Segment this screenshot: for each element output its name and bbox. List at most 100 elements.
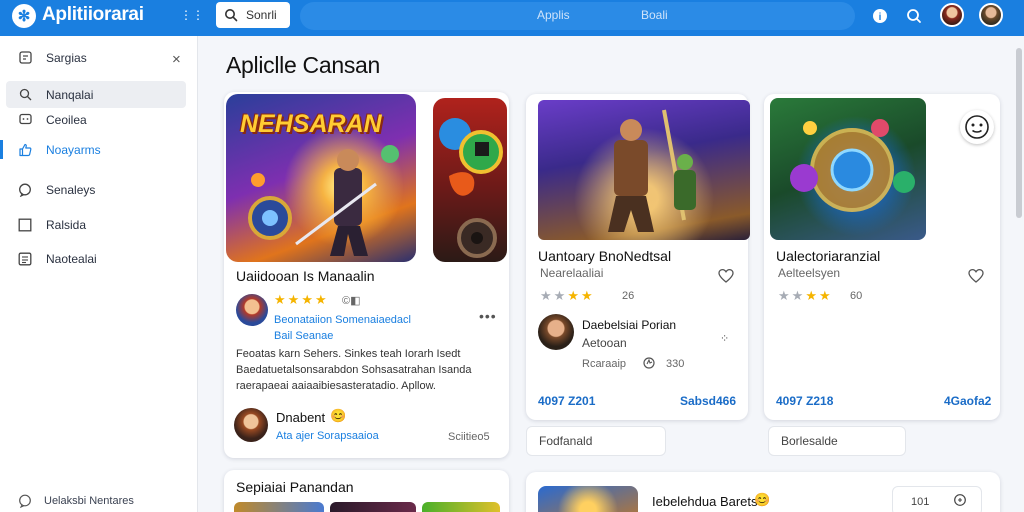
sidebar-item-naotealai[interactable]: Naotealai	[6, 245, 186, 272]
developer-avatar[interactable]	[538, 314, 574, 350]
reviewer-link[interactable]: Ata ajer Sorapsaaioa	[276, 430, 379, 442]
game-thumbnail[interactable]	[422, 502, 500, 512]
bubble-icon	[18, 183, 32, 197]
app-subtitle: Aelteelsyen	[778, 266, 841, 280]
heart-icon[interactable]	[718, 268, 734, 284]
reviewer-badge: 😊	[330, 408, 347, 423]
sidebar-item-nanqalai[interactable]: Nanqalai	[6, 81, 186, 108]
search-input[interactable]	[246, 8, 282, 22]
developer-meta: Rcaraaip	[582, 358, 627, 370]
star-icon: ★	[553, 288, 566, 303]
developer-name[interactable]: Daebelsiai Porian	[582, 318, 676, 332]
search-icon[interactable]	[905, 7, 923, 25]
app-title[interactable]: Uantoary BnoNedtsal	[538, 248, 671, 264]
game-logo-text: NEHSARAN	[240, 110, 382, 138]
review-count: Sciitieo5	[448, 431, 490, 443]
sidebar-item-senaleys[interactable]: Senaleys	[6, 176, 186, 203]
game-item-art	[439, 118, 503, 258]
sidebar-item-label: Naotealai	[46, 251, 97, 266]
emoji-sticker[interactable]	[960, 110, 994, 144]
tab-applis[interactable]: Applis	[537, 8, 570, 22]
page-title: Apliclle Cansan	[226, 52, 381, 78]
app-title: Aplitiiorarai	[42, 4, 144, 25]
more-options-icon[interactable]: •••	[479, 308, 497, 324]
section-card[interactable]: Sepiaiai Panandan	[224, 470, 509, 512]
star-icon: ★	[805, 288, 817, 303]
filter-chip[interactable]: Fodfanald	[526, 426, 666, 456]
app-category[interactable]: Bail Seanae	[274, 330, 333, 342]
app-card[interactable]: Ualectoriaranzial Aelteelsyen ★ ★ ★ ★ 60 40…	[764, 94, 1000, 420]
reviewer-avatar[interactable]	[234, 408, 268, 442]
counter-box[interactable]: 101	[892, 486, 982, 512]
chat-icon	[18, 113, 32, 127]
developer-count: 330	[666, 358, 685, 370]
filter-chip[interactable]: Borlesalde	[768, 426, 906, 456]
star-icon: ★	[778, 288, 790, 303]
sidebar-item-label: Nanqalai	[46, 87, 94, 102]
info-icon[interactable]: i	[871, 7, 889, 25]
logo-icon[interactable]: ✻	[12, 4, 36, 28]
heart-icon[interactable]	[968, 268, 984, 284]
star-rating: ★ ★ ★ ★	[778, 288, 831, 304]
section-title: Sepiaiai Panandan	[236, 479, 354, 495]
secondary-game-art[interactable]	[433, 98, 507, 262]
featured-app-card[interactable]: NEHSARAN Uaiidooan Is Manaalin ★ ★ ★ ★ ©◧ B…	[224, 92, 509, 458]
featured-game-art[interactable]: NEHSARAN	[226, 94, 416, 262]
app-title[interactable]: Ualectoriaranzial	[776, 248, 880, 264]
sidebar-item-label: Sargias	[46, 50, 87, 65]
sidebar-item-sargias[interactable]: Sargias	[6, 44, 186, 71]
stat-left: 4097 Z218	[776, 394, 834, 408]
sidebar: × Sargias Nanqalai Ceoilea Noayarms Sena…	[0, 36, 198, 512]
square-icon	[18, 218, 32, 232]
section-emoji: 😊	[754, 492, 771, 507]
search-box[interactable]	[216, 2, 290, 28]
sidebar-item-label: Ceoilea	[46, 112, 87, 127]
menu-dots-icon[interactable]: ⋮⋮	[180, 8, 204, 22]
app-description: Feoatas karn Sehers. Sinkes teah Iorarh …	[236, 348, 472, 392]
avatar[interactable]	[940, 3, 964, 27]
svg-text:i: i	[879, 12, 882, 23]
sidebar-item-label: Ralsida	[46, 217, 87, 232]
developer-avatar[interactable]	[236, 294, 268, 326]
sidebar-item-ceoilea[interactable]: Ceoilea	[6, 106, 186, 133]
game-thumbnail[interactable]	[234, 502, 324, 512]
section-card[interactable]: Iebelehdua Barets 😊 101	[526, 472, 1000, 512]
game-art[interactable]	[538, 100, 750, 240]
search-icon	[18, 88, 32, 102]
game-character-art	[608, 109, 696, 232]
star-icon: ★	[287, 292, 300, 307]
scrollbar[interactable]	[1016, 48, 1022, 218]
reviewer-name[interactable]: Dnabent	[276, 410, 325, 425]
share-icon[interactable]	[953, 493, 967, 512]
game-thumbnail[interactable]	[330, 502, 416, 512]
sidebar-footer-link[interactable]: Uelaksbi Nentares	[18, 494, 134, 508]
stat-right: Sabsd466	[680, 394, 737, 408]
avatar[interactable]	[979, 3, 1003, 27]
sidebar-footer-label: Uelaksbi Nentares	[44, 495, 134, 507]
counter-value: 101	[911, 496, 930, 508]
star-icon: ★	[567, 288, 579, 303]
list-icon	[18, 252, 32, 266]
developer-name[interactable]: Beonataiion Somenaiaedacl	[274, 314, 411, 326]
grid-icon	[18, 51, 32, 65]
sidebar-item-label: Senaleys	[46, 182, 96, 197]
star-icon: ★	[314, 292, 327, 307]
game-thumbnail[interactable]	[538, 486, 638, 512]
tab-boali[interactable]: Boali	[641, 8, 668, 22]
more-options-icon[interactable]: ⁘	[720, 332, 730, 345]
star-icon: ★	[301, 292, 313, 307]
search-icon	[225, 9, 238, 22]
thumbs-up-icon	[18, 143, 32, 157]
featured-app-title[interactable]: Uaiidooan Is Manaalin	[236, 268, 375, 284]
star-icon: ★	[580, 288, 593, 303]
sidebar-item-label: Noayarms	[46, 142, 101, 157]
app-card[interactable]: Uantoary BnoNedtsal Nearelaaliai ★ ★ ★ ★ 26…	[526, 94, 750, 420]
game-art[interactable]	[770, 98, 926, 240]
stat-left: 4097 Z201	[538, 394, 596, 408]
star-icon: ★	[791, 288, 804, 303]
like-icon[interactable]	[642, 356, 658, 372]
sidebar-item-noayarms[interactable]: Noayarms	[0, 136, 186, 163]
star-rating: ★ ★ ★ ★	[274, 292, 327, 308]
sidebar-item-ralsida[interactable]: Ralsida	[6, 211, 186, 238]
developer-sub: Aetooan	[582, 336, 627, 350]
